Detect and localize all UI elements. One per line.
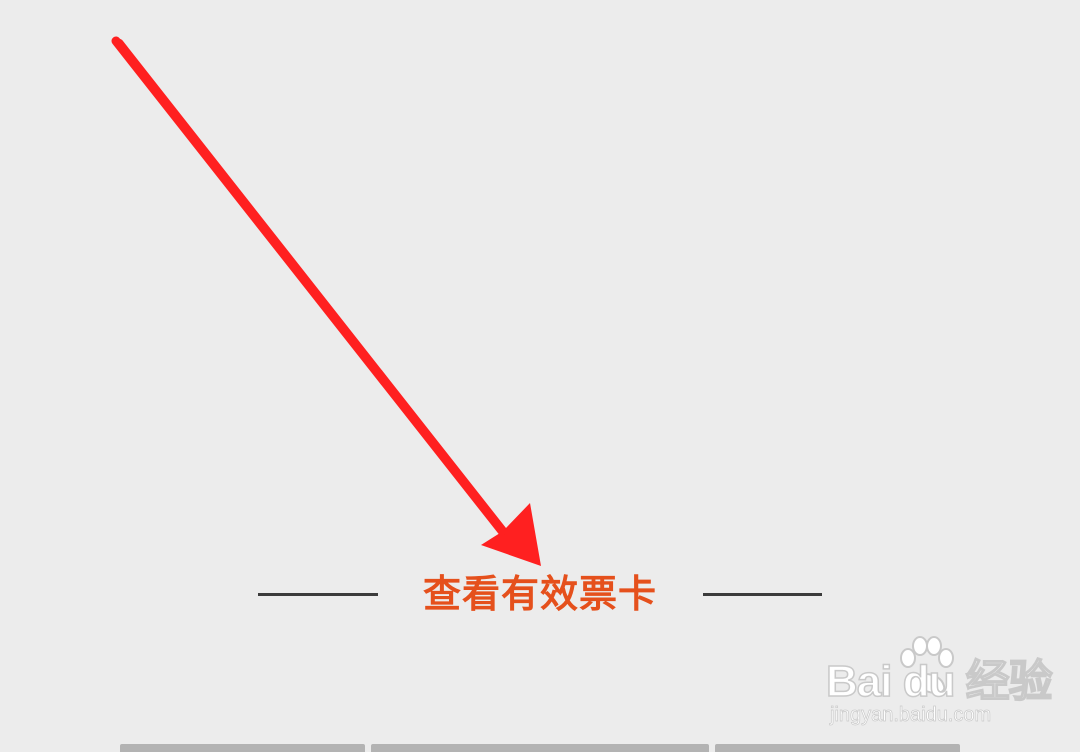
left-divider-line <box>258 593 378 596</box>
right-divider-line <box>703 593 822 596</box>
view-valid-tickets-link[interactable]: 查看有效票卡 <box>410 570 670 618</box>
bottom-tab-2[interactable] <box>371 744 709 752</box>
bottom-tab-3[interactable] <box>715 744 960 752</box>
baidu-jingyan-logo-text: Bai du 经验 <box>825 657 1053 706</box>
bottom-tab-1[interactable] <box>120 744 365 752</box>
screen: 查看有效票卡 Bai du 经验 jingyan.baidu.com <box>0 0 1080 752</box>
view-valid-tickets-row: 查看有效票卡 <box>0 568 1080 620</box>
baidu-jingyan-watermark: Bai du 经验 jingyan.baidu.com <box>825 636 1053 728</box>
watermark-url: jingyan.baidu.com <box>830 704 992 727</box>
bottom-tab-bar <box>0 744 1080 752</box>
arrow-icon <box>111 36 541 566</box>
